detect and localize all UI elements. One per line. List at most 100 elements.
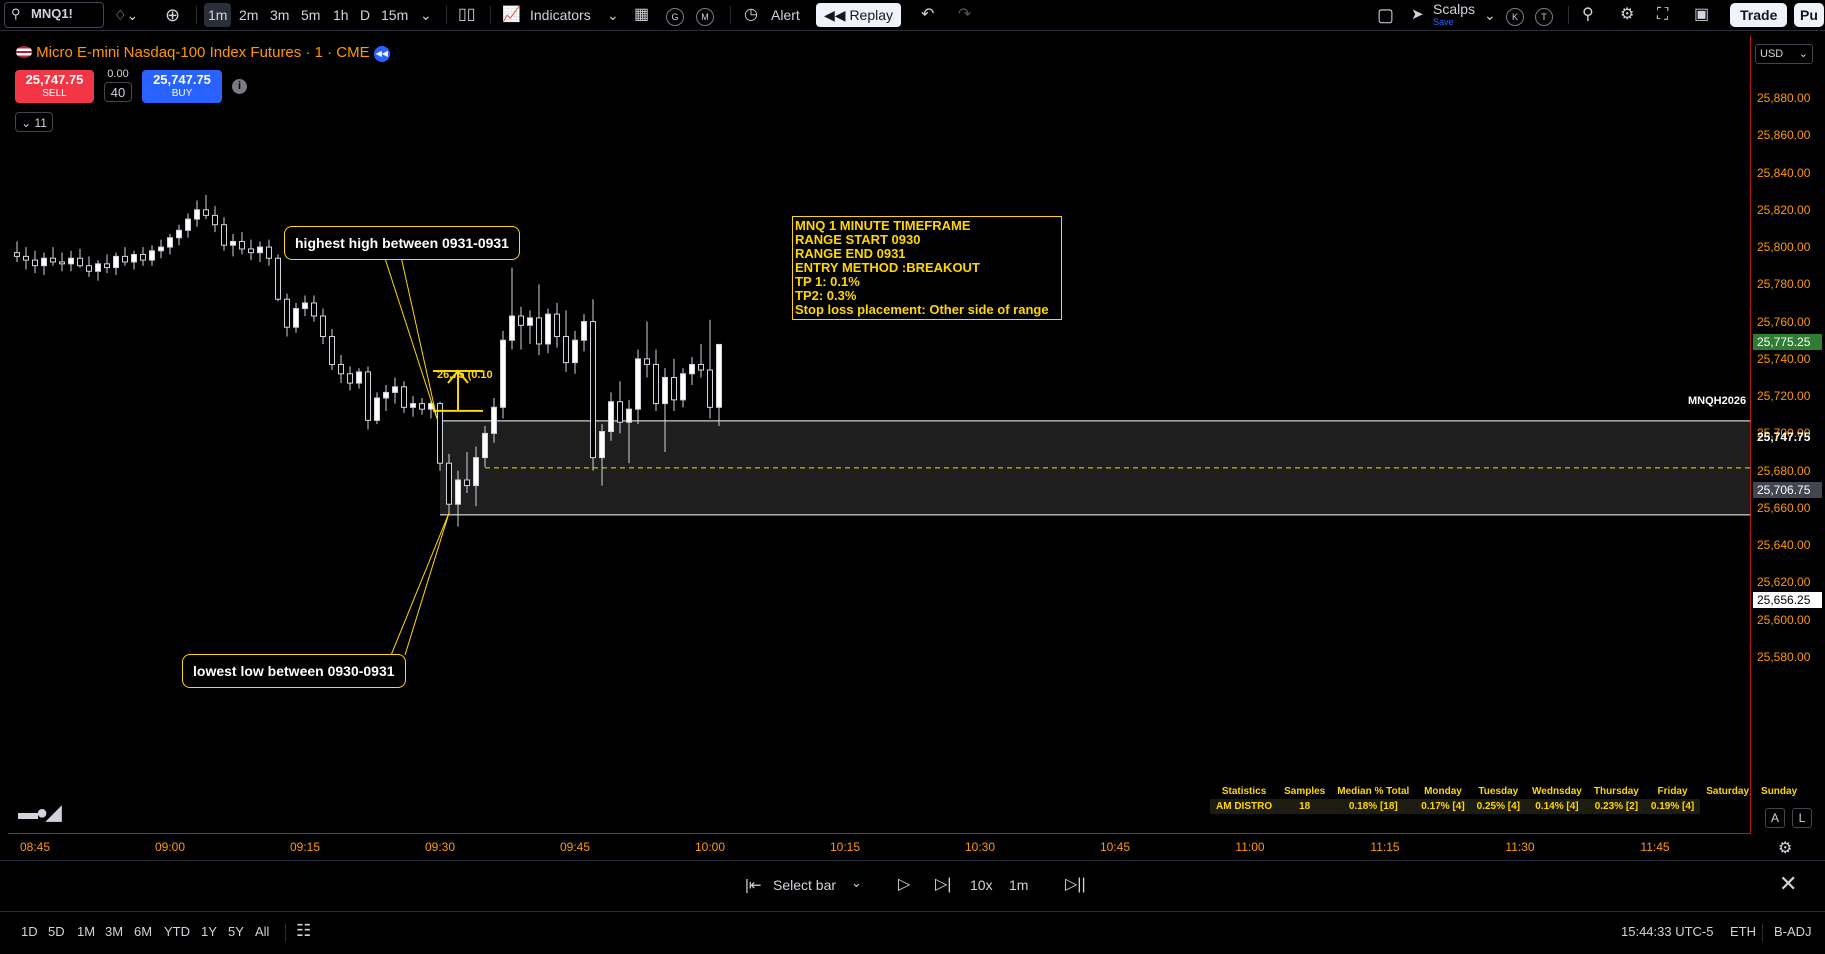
range-1d[interactable]: 1D	[21, 924, 38, 939]
stats-header-cell: Saturday	[1706, 786, 1750, 797]
range-3m[interactable]: 3M	[105, 924, 123, 939]
badge-t: T	[1535, 8, 1553, 26]
replay-speed-button[interactable]: 10x	[970, 877, 993, 893]
toolbar-divider	[196, 6, 197, 24]
badge-g-button[interactable]: G	[666, 3, 684, 27]
candle-body-down	[419, 403, 425, 410]
adjustment-toggle[interactable]: B-ADJ	[1774, 924, 1812, 939]
chevron-down-icon[interactable]: ⌄	[1484, 3, 1496, 27]
chevron-down-icon[interactable]: ⌄	[420, 3, 432, 27]
highest-high-callout[interactable]: highest high between 0931-0931	[284, 226, 520, 260]
buy-button[interactable]: 25,747.75 BUY	[142, 70, 222, 103]
timeframe-d[interactable]: D	[360, 3, 370, 27]
clock-display[interactable]: 15:44:33 UTC-5	[1621, 924, 1714, 939]
symbol-input[interactable]: MNQ1!	[31, 6, 73, 21]
timeframe-3m[interactable]: 3m	[270, 3, 289, 27]
candle-body-down	[329, 336, 335, 365]
price-tick-label: 25,840.00	[1757, 165, 1811, 180]
chevron-down-icon[interactable]: ⌄	[607, 3, 619, 27]
quick-search-icon[interactable]: ⚲	[1582, 3, 1594, 27]
play-icon[interactable]: ▷	[898, 874, 910, 894]
range-all[interactable]: All	[255, 924, 269, 939]
timeframe-15m[interactable]: 15m	[381, 3, 408, 27]
auto-scale-button[interactable]: A	[1765, 808, 1785, 828]
candle-type-icon[interactable]: ▯▯	[458, 3, 476, 27]
price-tick-label: 25,600.00	[1757, 612, 1811, 627]
range-1y[interactable]: 1Y	[201, 924, 217, 939]
replay-button[interactable]: ◀◀ Replay	[816, 3, 902, 27]
badge-m-button[interactable]: M	[696, 3, 714, 27]
select-bar-button[interactable]: Select bar	[773, 877, 836, 893]
time-axis[interactable]: 08:45 09:00 09:15 09:30 09:45 10:00 10:15 10:30…	[8, 833, 1750, 860]
replay-interval-button[interactable]: 1m	[1009, 877, 1028, 893]
symbol-description: Micro E-mini Nasdaq-100 Index Futures · …	[36, 44, 370, 61]
candle-body-up	[302, 302, 308, 310]
tradingview-logo-icon[interactable]: ▬●◢	[18, 800, 61, 825]
range-ytd[interactable]: YTD	[164, 924, 190, 939]
notes-line: ENTRY METHOD :BREAKOUT	[795, 260, 980, 275]
candle-body-up	[356, 371, 362, 384]
candlestick-chart[interactable]	[8, 36, 1750, 834]
chevron-down-icon: ⌄	[21, 116, 32, 130]
range-5y[interactable]: 5Y	[228, 924, 244, 939]
range-5d[interactable]: 5D	[48, 924, 65, 939]
candle-body-down	[14, 252, 20, 257]
candle-body-down	[104, 263, 110, 269]
candle-body-down	[617, 401, 623, 423]
range-6m[interactable]: 6M	[134, 924, 152, 939]
timeframe-1m[interactable]: 1m	[204, 3, 232, 27]
stats-header-cell: Tuesday	[1478, 786, 1519, 797]
range-1m[interactable]: 1M	[77, 924, 95, 939]
alert-button[interactable]: Alert	[771, 3, 800, 27]
fullscreen-icon[interactable]: ⛶	[1657, 3, 1668, 27]
session-toggle[interactable]: ETH	[1730, 924, 1756, 939]
compare-icon[interactable]: ♢⌄	[114, 3, 138, 27]
chart-pane[interactable]	[8, 36, 1750, 834]
price-axis[interactable]: USD ⌄ 25,880.00 25,860.00 25,840.00 25,820.…	[1750, 36, 1825, 834]
step-forward-icon[interactable]: ▷|	[935, 874, 951, 894]
candle-body-up	[473, 457, 479, 487]
indicators-collapse-button[interactable]: ⌄ 11	[15, 112, 53, 132]
indicators-button[interactable]: Indicators	[530, 3, 591, 27]
quantity-input[interactable]: 40	[104, 82, 132, 102]
sell-button[interactable]: 25,747.75 SELL	[15, 70, 94, 103]
alarm-clock-icon[interactable]: ◷	[744, 3, 758, 27]
publish-button[interactable]: Pu	[1794, 3, 1824, 27]
undo-icon[interactable]: ↶	[921, 3, 934, 27]
log-scale-button[interactable]: L	[1792, 808, 1812, 828]
gear-icon[interactable]: ⚙	[1778, 838, 1792, 858]
jump-to-realtime-icon[interactable]: ▷||	[1065, 874, 1086, 894]
stats-header-cell: Thursday	[1593, 786, 1639, 797]
camera-icon[interactable]: ▣	[1694, 3, 1709, 27]
strategy-notes-box[interactable]: MNQ 1 MINUTE TIMEFRAME RANGE START 0930 …	[792, 216, 1062, 320]
chevron-down-icon[interactable]: ⌄	[851, 875, 862, 891]
candle-body-up	[509, 315, 515, 341]
timeframe-5m[interactable]: 5m	[301, 3, 320, 27]
templates-grid-icon[interactable]: ▦	[634, 3, 649, 27]
timeframe-1h[interactable]: 1h	[333, 3, 349, 27]
lowest-low-callout[interactable]: lowest low between 0930-0931	[182, 654, 406, 688]
badge-k-button[interactable]: K	[1506, 3, 1524, 27]
gear-icon[interactable]: ⚙	[1620, 3, 1634, 27]
toolbar-divider	[285, 924, 286, 942]
add-symbol-icon[interactable]: ⊕	[165, 3, 180, 27]
candle-body-down	[554, 313, 560, 338]
timeframe-2m[interactable]: 2m	[239, 3, 258, 27]
price-tag-range-low: 25,656.25	[1753, 592, 1822, 608]
symbol-legend[interactable]: Micro E-mini Nasdaq-100 Index Futures · …	[16, 44, 390, 62]
jump-to-bar-icon[interactable]: |⇤	[745, 876, 761, 894]
stats-cell: 0.17% [4]	[1415, 799, 1471, 814]
redo-icon[interactable]: ↷	[958, 3, 971, 27]
currency-selector[interactable]: USD ⌄	[1755, 44, 1813, 64]
candle-body-down	[122, 255, 128, 263]
close-icon[interactable]: ✕	[1779, 871, 1797, 897]
info-icon[interactable]: i	[232, 79, 247, 94]
replay-controls: |⇤ Select bar ⌄ ▷ ▷| 10x 1m ▷|| ✕	[0, 860, 1825, 911]
indicators-icon[interactable]: 📈	[502, 3, 521, 27]
trade-button[interactable]: Trade	[1730, 3, 1788, 27]
layout-square-icon[interactable]: ▢	[1377, 3, 1394, 27]
symbol-search[interactable]: ⚲ MNQ1!	[4, 2, 104, 28]
candle-body-down	[275, 257, 281, 300]
badge-t-button[interactable]: T	[1535, 3, 1553, 27]
calendar-icon[interactable]: ☷	[296, 921, 311, 941]
